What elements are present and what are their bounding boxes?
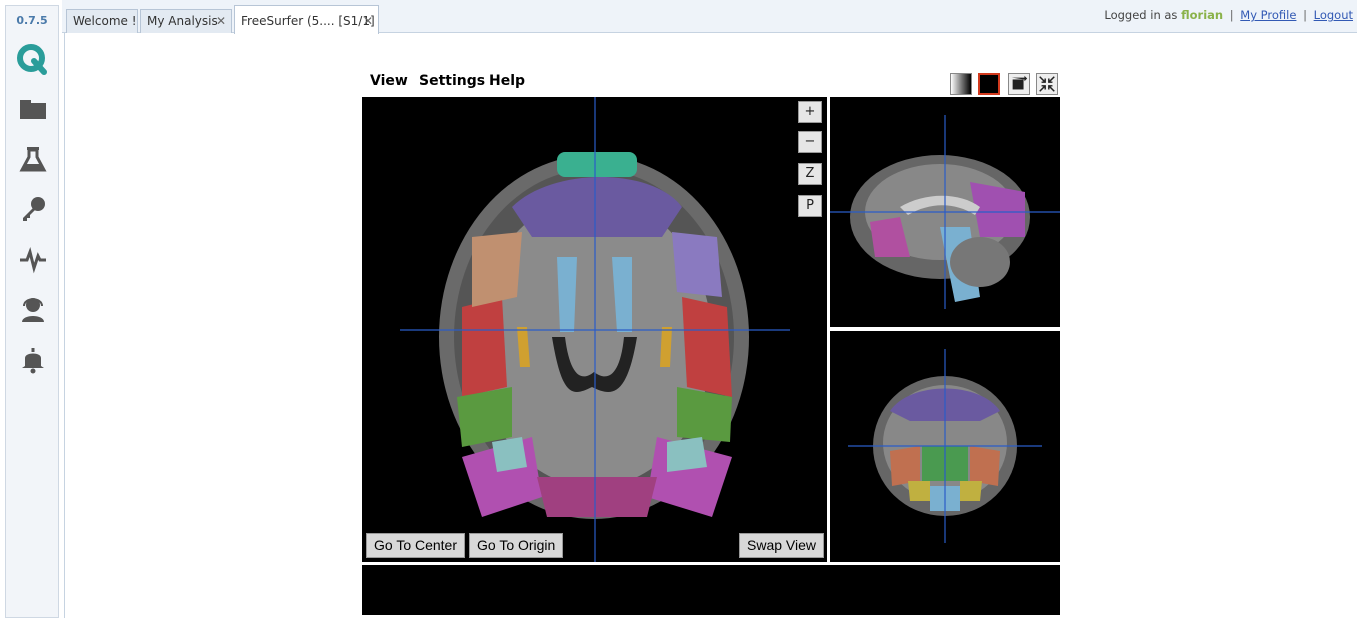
menu-view[interactable]: View [370,73,408,89]
account-bar: Logged in as florian | My Profile | Logo… [1104,8,1353,22]
folder-icon[interactable] [18,94,48,124]
support-agent-icon[interactable] [18,294,48,324]
close-icon[interactable]: ✕ [363,6,373,36]
zoom-in-button[interactable]: + [798,101,822,123]
app-logo-icon[interactable] [15,42,49,76]
version-label: 0.7.5 [16,14,48,27]
key-icon[interactable] [18,194,48,224]
logged-in-label: Logged in as [1104,8,1178,22]
black-background-icon[interactable] [978,73,1000,95]
flask-icon[interactable] [18,144,48,174]
papaya-viewer: + − Z P Go To Center Go To Origin Swap V… [362,97,1060,615]
z-button[interactable]: Z [798,163,822,185]
zoom-out-button[interactable]: − [798,131,822,153]
menu-settings[interactable]: Settings [419,73,485,89]
go-to-center-button[interactable]: Go To Center [366,533,466,558]
pulse-icon[interactable] [18,244,48,274]
collapse-icon[interactable] [1036,73,1058,95]
tab-welcome[interactable]: Welcome ! [66,9,138,33]
menu-help[interactable]: Help [489,73,525,89]
tab-bar: Welcome ! My Analysis ✕ FreeSurfer (5...… [62,0,1357,34]
axial-view[interactable]: + − Z P Go To Center Go To Origin Swap V… [362,97,827,562]
sagittal-view[interactable] [830,97,1060,327]
bell-icon[interactable] [18,344,48,374]
logout-link[interactable]: Logout [1314,8,1353,22]
tab-label: FreeSurfer (5.... [S1/1] [241,14,375,28]
coronal-slice-image [848,349,1042,543]
username: florian [1181,8,1224,22]
swap-layout-icon[interactable] [1008,73,1030,95]
tab-my-analysis[interactable]: My Analysis ✕ [140,9,232,33]
go-to-origin-button[interactable]: Go To Origin [469,533,564,558]
my-profile-link[interactable]: My Profile [1240,8,1296,22]
tab-freesurfer[interactable]: FreeSurfer (5.... [S1/1] ✕ [234,5,379,34]
tab-label: Welcome ! [73,14,137,28]
swap-view-button[interactable]: Swap View [739,533,825,558]
axial-slice-image [400,97,790,562]
sagittal-slice-image [830,115,1060,309]
close-icon[interactable]: ✕ [216,10,226,32]
coronal-view[interactable] [830,331,1060,562]
grayscale-colormap-icon[interactable] [950,73,972,95]
info-bar [362,565,1060,615]
tab-label: My Analysis [147,14,218,28]
left-sidebar: 0.7.5 [5,5,59,618]
p-button[interactable]: P [798,195,822,217]
